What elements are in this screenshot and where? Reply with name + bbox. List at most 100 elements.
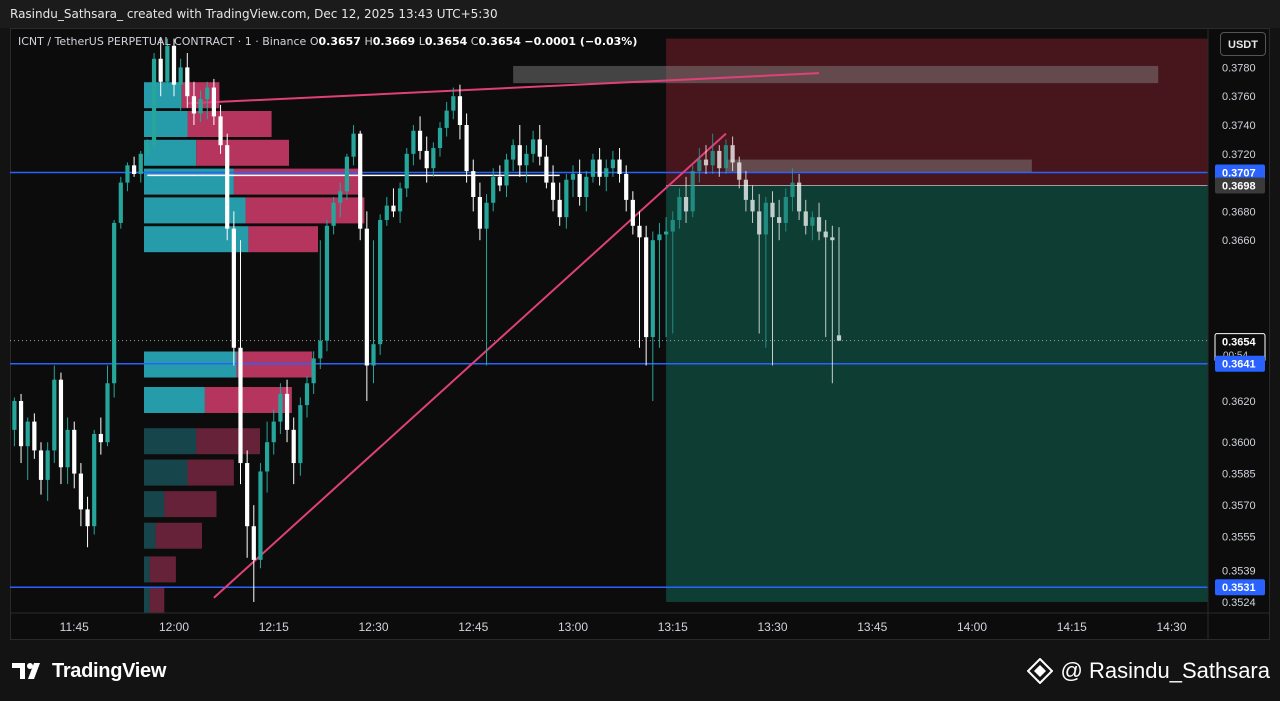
- volume-profile-up-bar: [144, 491, 165, 518]
- candle-body: [112, 222, 117, 384]
- candle-body: [464, 125, 469, 172]
- change-value: −0.0001 (−0.03%): [524, 35, 638, 48]
- candle-body: [417, 130, 423, 151]
- candle-body: [584, 176, 589, 197]
- candle: [531, 130, 536, 163]
- candle: [304, 376, 310, 418]
- candle-body: [816, 217, 822, 232]
- price-tick-label: 0.3620: [1222, 396, 1256, 408]
- candle: [557, 182, 562, 226]
- candle: [437, 122, 443, 157]
- candle-body: [670, 220, 675, 232]
- candle: [78, 463, 83, 527]
- price-tick-label: 0.3539: [1222, 565, 1256, 577]
- candle: [298, 397, 303, 476]
- time-tick-label: 13:30: [757, 620, 787, 634]
- candle-body: [830, 237, 835, 241]
- price-tick-label: 0.3570: [1222, 500, 1256, 512]
- candle: [444, 101, 449, 137]
- candle-body: [590, 159, 596, 177]
- candle: [604, 159, 609, 192]
- candle: [431, 142, 436, 177]
- candle: [18, 393, 24, 464]
- candle-body: [45, 450, 50, 480]
- candle-body: [318, 340, 323, 359]
- candle-body: [624, 173, 629, 200]
- candle: [637, 211, 642, 348]
- candle: [32, 413, 37, 459]
- candle-body: [637, 225, 642, 238]
- candle: [584, 171, 589, 212]
- binance-square-icon: [1026, 658, 1053, 684]
- candle-body: [378, 220, 383, 345]
- candle: [72, 421, 77, 489]
- symbol-legend[interactable]: ICNT / TetherUS PERPETUAL CONTRACT · 1 ·…: [18, 35, 637, 48]
- candle-body: [797, 182, 802, 212]
- price-tick-label: 0.3660: [1222, 235, 1256, 247]
- candle: [411, 125, 416, 166]
- price-chart[interactable]: 0.3780 0.3760 0.3740 0.3720 0.3680 0.3660 0.36…: [10, 28, 1270, 640]
- author-credit[interactable]: @ Rasindu_Sathsara: [1026, 658, 1270, 684]
- candle-body: [78, 473, 83, 510]
- candle-body: [577, 173, 582, 197]
- candle: [517, 125, 522, 177]
- take-profit-zone: [666, 185, 1208, 602]
- candle-body: [790, 182, 795, 197]
- candle: [597, 148, 602, 186]
- candle: [351, 125, 356, 166]
- high-value: 0.3669: [372, 35, 416, 48]
- candle: [537, 125, 542, 166]
- candle: [265, 421, 270, 493]
- time-tick-label: 12:00: [159, 620, 189, 634]
- candle: [564, 173, 569, 229]
- candle: [630, 191, 635, 235]
- candle-body: [504, 159, 509, 186]
- volume-profile-up-bar: [144, 587, 150, 613]
- candle: [511, 139, 516, 172]
- candle: [358, 130, 363, 241]
- candle-body: [178, 67, 183, 85]
- candle-body: [105, 383, 110, 443]
- brand-name: TradingView: [52, 659, 167, 682]
- tradingview-brand[interactable]: TradingView: [12, 659, 166, 683]
- credit-bar: Rasindu_Sathsara_ created with TradingVi…: [0, 0, 1280, 28]
- candle-body: [823, 231, 828, 238]
- candle: [225, 133, 230, 241]
- candle-body: [723, 145, 729, 169]
- candle-body: [151, 58, 157, 146]
- candle-body: [836, 335, 842, 341]
- candle: [112, 220, 117, 398]
- candle: [457, 84, 463, 140]
- candle-body: [245, 463, 250, 527]
- candle: [524, 145, 529, 183]
- candle: [391, 188, 396, 218]
- candle: [58, 372, 64, 485]
- time-tick-label: 14:15: [1057, 620, 1087, 634]
- candle-body: [38, 450, 44, 480]
- candle-body: [757, 211, 762, 235]
- candle-body: [683, 197, 689, 212]
- candle: [85, 496, 90, 548]
- time-tick-label: 12:30: [358, 620, 388, 634]
- candle-body: [191, 96, 197, 114]
- time-tick-label: 11:45: [60, 620, 89, 634]
- volume-profile-down-bar: [164, 491, 217, 518]
- time-tick-label: 14:30: [1156, 620, 1186, 634]
- candle: [364, 211, 369, 401]
- price-marker-value: 0.3641: [1222, 359, 1256, 371]
- candle-body: [358, 133, 363, 229]
- candle-body: [298, 405, 303, 464]
- candle-body: [477, 197, 482, 229]
- volume-profile-down-bar: [149, 556, 176, 583]
- candle-body: [730, 145, 735, 163]
- candle-body: [717, 150, 722, 169]
- candle: [617, 148, 622, 183]
- volume-profile-down-bar: [187, 459, 234, 486]
- volume-profile-down-bar: [245, 197, 365, 224]
- candle-body: [424, 150, 429, 169]
- candle-body: [125, 165, 130, 183]
- currency-unit-button[interactable]: USDT: [1220, 32, 1266, 56]
- candle: [417, 116, 423, 160]
- candle: [384, 197, 389, 226]
- volume-profile-up-bar: [144, 111, 188, 137]
